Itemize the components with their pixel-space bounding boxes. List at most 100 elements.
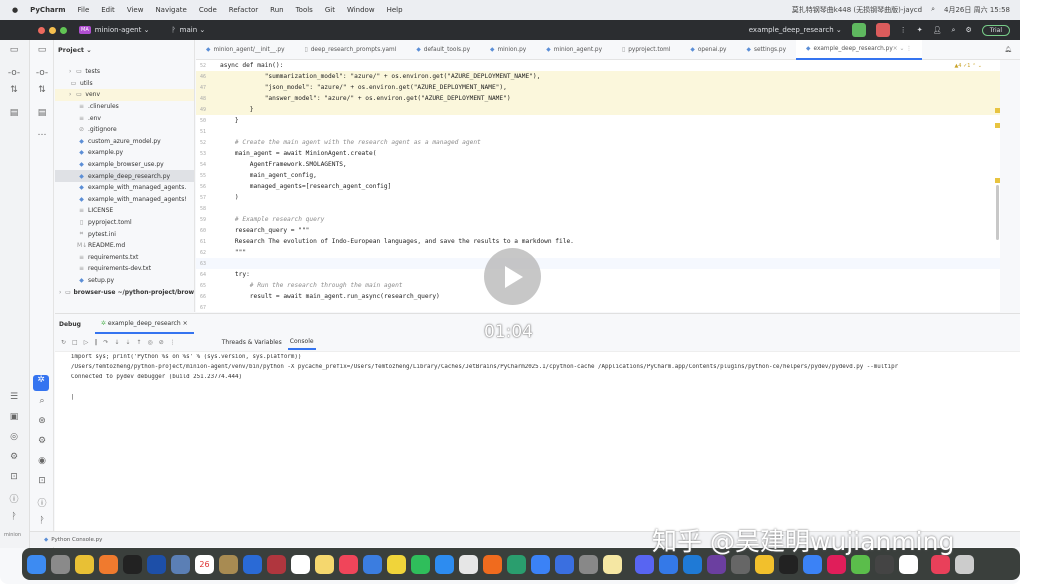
run-icon[interactable]: ◉ [35,456,49,466]
dock-app-icon[interactable] [123,554,142,574]
menu-code[interactable]: Code [199,6,217,14]
dock-app-icon[interactable] [219,554,238,574]
close-tab-icon[interactable]: × ⌄ ⋮ [893,46,912,52]
project-tree-item[interactable]: ◆ example_with_managed_agents! [55,194,194,206]
user-icon[interactable]: 👤︎ [933,26,942,34]
chevron-right-icon[interactable]: › [59,289,61,296]
dock-app-icon[interactable] [387,554,406,574]
dock-app-icon[interactable] [171,554,190,574]
python-console-icon[interactable]: ⊛ [35,416,49,426]
terminal-icon[interactable]: ⊡ [35,476,49,486]
dock-app-icon[interactable] [315,554,334,574]
dock-app-icon[interactable] [955,554,974,574]
trial-button[interactable]: Trial [981,24,1010,36]
now-playing[interactable]: 莫扎特钢琴曲k448 (无损钢琴曲版)-jaycd [792,5,922,15]
problems-icon[interactable]: ⓘ [35,496,49,509]
menu-edit[interactable]: Edit [101,6,115,14]
menu-help[interactable]: Help [387,6,403,14]
editor-tab[interactable]: ◆ minion.py [480,40,536,60]
project-tree-item[interactable]: › ▭ venv [55,89,194,101]
git-icon[interactable]: ᚹ [7,512,21,522]
close-window-button[interactable] [38,26,45,34]
dock-app-icon[interactable] [603,554,622,574]
tab-console[interactable]: Console [287,335,316,350]
project-tree-item[interactable]: ◆ example_browser_use.py [55,159,194,171]
notifications-icon[interactable]: 🔔︎ [1005,47,1020,53]
search-icon[interactable]: ⌕ [931,5,935,15]
project-icon[interactable]: ▭ [35,45,49,55]
clock[interactable]: 4月26日 周六 15:58 [944,5,1010,15]
layers-icon[interactable]: ☰ [7,392,21,402]
project-tree-item[interactable]: ◆ example_with_managed_agents. [55,182,194,194]
find-icon[interactable]: ⌕ [35,396,49,406]
settings-icon[interactable]: ⚙ [965,26,971,34]
menu-tools[interactable]: Tools [296,6,313,14]
status-breadcrumb[interactable]: Python Console.py [51,537,102,543]
dock-app-icon[interactable] [75,554,94,574]
code-editor[interactable]: 52 async def main(): ▲4 ✓1 ⌃ ⌄ 46 "summari… [196,60,1000,312]
project-tree-item[interactable]: ≡ LICENSE [55,205,194,217]
calendar-app-icon[interactable]: 26 [195,554,214,574]
branch-selector[interactable]: main ⌄ [180,26,206,34]
structure-icon[interactable]: ▤ [35,108,49,118]
image-icon[interactable]: ▣ [7,412,21,422]
commit-icon[interactable]: -o- [7,68,21,78]
step-over-icon[interactable]: ↷ [103,339,108,346]
dock-app-icon[interactable] [339,554,358,574]
view-breakpoints-icon[interactable]: ◎ [147,339,152,346]
menu-window[interactable]: Window [347,6,375,14]
resume-icon[interactable]: ▷ [84,339,89,346]
project-tree-item[interactable]: M↓ README.md [55,240,194,252]
tab-threads-variables[interactable]: Threads & Variables [222,339,282,346]
folder-icon[interactable]: ▭ [7,45,21,55]
dock-app-icon[interactable] [459,554,478,574]
dock-app-icon[interactable] [507,554,526,574]
mute-breakpoints-icon[interactable]: ⊘ [159,339,164,346]
chevron-right-icon[interactable]: › [69,91,71,98]
project-selector[interactable]: minion-agent ⌄ [95,26,150,34]
structure-icon[interactable]: ▤ [7,108,21,118]
chevron-right-icon[interactable]: › [69,68,71,75]
editor-tab[interactable]: ◆ example_deep_research.py × ⌄ ⋮ [796,39,922,60]
menu-file[interactable]: File [78,6,90,14]
services-icon[interactable]: ◎ [7,432,21,442]
menu-git[interactable]: Git [325,6,335,14]
terminal-icon[interactable]: ⊡ [7,472,21,482]
project-tree-item[interactable]: ▯ pyproject.toml [55,217,194,229]
project-tree-item[interactable]: ⊘ .gitignore [55,124,194,136]
python-packages-icon[interactable]: ⚙ [7,452,21,462]
pause-icon[interactable]: ‖ [94,339,97,346]
dock-app-icon[interactable] [243,554,262,574]
dock-app-icon[interactable] [531,554,550,574]
project-tree-item[interactable]: ≡ .env [55,112,194,124]
pull-request-icon[interactable]: ⇅ [7,85,21,95]
apple-icon[interactable]: ● [12,6,18,14]
project-tree-item[interactable]: ≡ .clinerules [55,101,194,113]
project-tree-item[interactable]: ≡ requirements.txt [55,252,194,264]
editor-tab[interactable]: ◆ minion_agent/__init__.py [196,40,295,60]
menu-run[interactable]: Run [270,6,283,14]
more-icon[interactable]: ⋮ [170,339,176,346]
step-out-icon[interactable]: ↑ [136,339,141,346]
services-icon[interactable]: ⚙ [35,436,49,446]
editor-tab[interactable]: ◆ settings.py [736,40,796,60]
menu-refactor[interactable]: Refactor [229,6,258,14]
dock-app-icon[interactable] [27,554,46,574]
dock-app-icon[interactable] [51,554,70,574]
dock-app-icon[interactable] [99,554,118,574]
debug-console-output[interactable]: import sys; print('Python %s on %s' % (s… [55,352,1020,404]
dock-app-icon[interactable] [147,554,166,574]
dock-app-icon[interactable] [579,554,598,574]
stop-button[interactable] [875,23,890,37]
search-icon[interactable]: ⌕ [952,26,956,35]
more-icon[interactable]: ⋮ [900,26,907,34]
dock-app-icon[interactable] [483,554,502,574]
commit-icon[interactable]: -o- [35,68,49,78]
project-tree-item[interactable]: ≡ requirements-dev.txt [55,263,194,275]
debug-session-tab[interactable]: ✲ example_deep_research × [94,315,194,334]
debug-tool-icon[interactable]: ✲ [33,375,49,391]
video-play-button[interactable] [484,248,541,305]
minimize-window-button[interactable] [49,26,56,34]
problems-icon[interactable]: ⓘ [7,492,21,505]
menu-navigate[interactable]: Navigate [155,6,186,14]
